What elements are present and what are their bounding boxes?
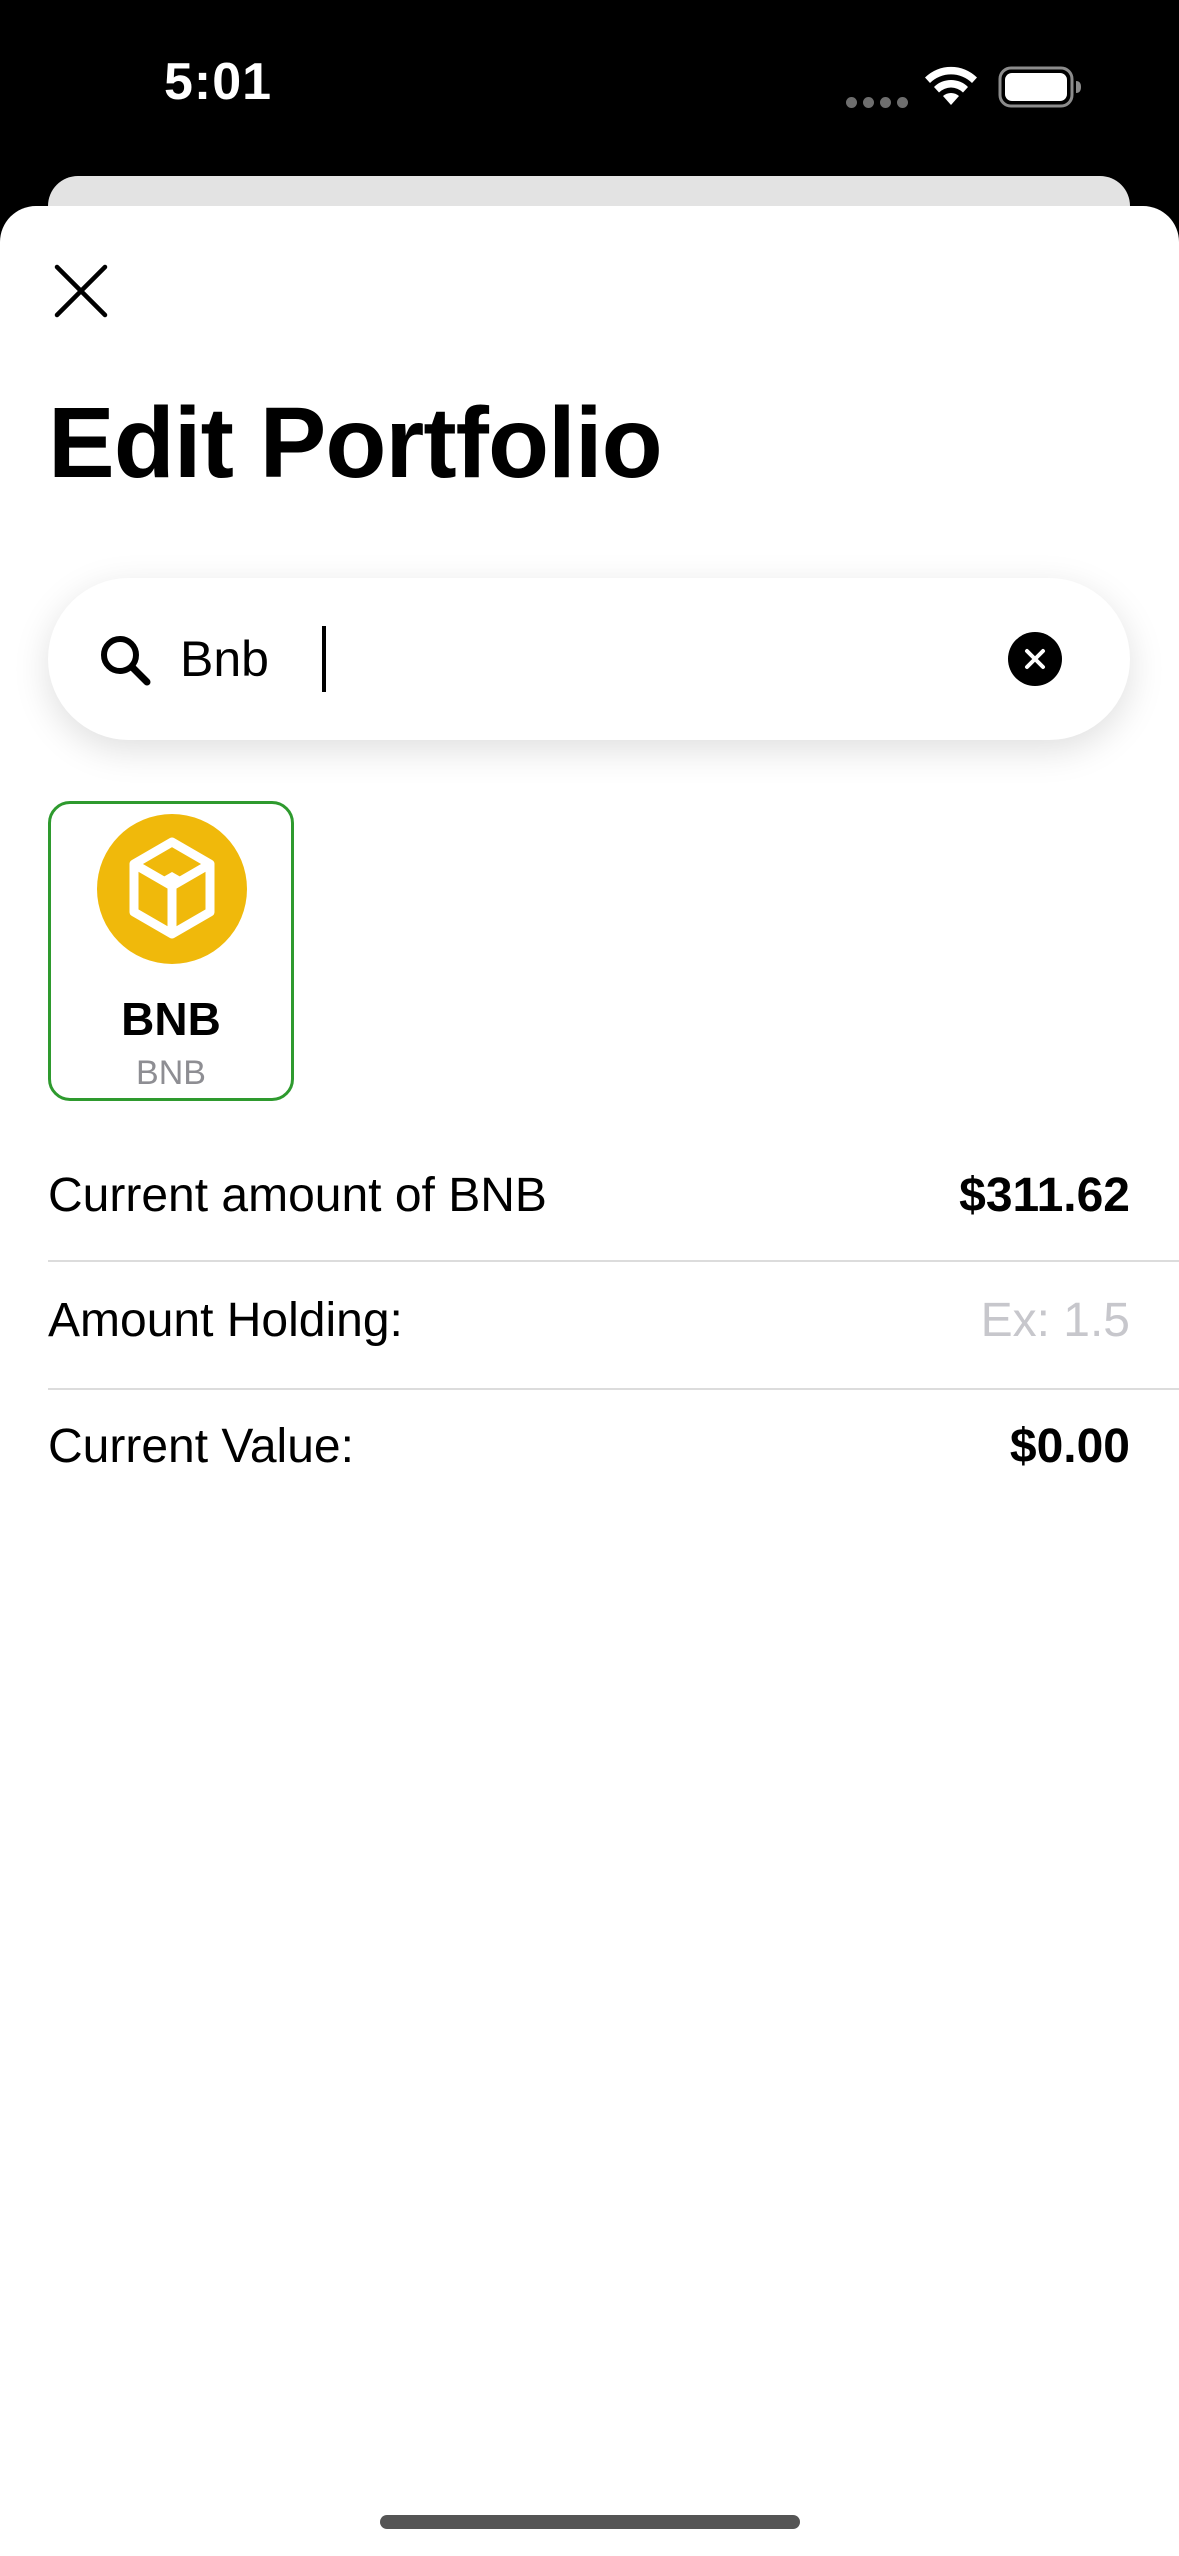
search-bar	[48, 578, 1130, 740]
clear-icon	[1025, 649, 1045, 669]
current-amount-label: Current amount of BNB	[48, 1168, 547, 1222]
amount-holding-input[interactable]	[830, 1292, 1130, 1348]
coin-name: BNB	[136, 1054, 206, 1092]
current-value-value: $0.00	[1009, 1419, 1130, 1473]
amount-holding-row: Amount Holding:	[48, 1290, 1130, 1350]
coin-card-bnb[interactable]: BNB BNB	[48, 801, 294, 1101]
divider	[48, 1260, 1179, 1262]
bnb-logo-icon	[97, 814, 247, 964]
text-caret	[322, 626, 326, 692]
home-indicator[interactable]	[380, 2515, 800, 2529]
edit-portfolio-sheet	[0, 206, 1179, 2556]
current-value-label: Current Value:	[48, 1419, 354, 1473]
signal-dots-icon	[846, 97, 908, 108]
close-icon	[54, 264, 108, 318]
divider	[48, 1388, 1179, 1390]
coin-symbol: BNB	[121, 993, 221, 1045]
current-amount-value: $311.62	[959, 1168, 1130, 1222]
wifi-icon	[925, 66, 977, 105]
current-amount-row: Current amount of BNB $311.62	[48, 1165, 1130, 1225]
amount-holding-label: Amount Holding:	[48, 1293, 403, 1347]
clear-search-button[interactable]	[1008, 632, 1062, 686]
status-time: 5:01	[164, 53, 273, 111]
battery-icon	[998, 66, 1081, 108]
current-value-row: Current Value: $0.00	[48, 1416, 1130, 1476]
search-icon	[101, 636, 151, 686]
close-button[interactable]	[48, 258, 114, 324]
page-title: Edit Portfolio	[48, 387, 663, 499]
search-input[interactable]	[180, 620, 1000, 698]
screen: 5:01 Edit Portfolio Bnb BNB BNB Current …	[0, 0, 1179, 2556]
